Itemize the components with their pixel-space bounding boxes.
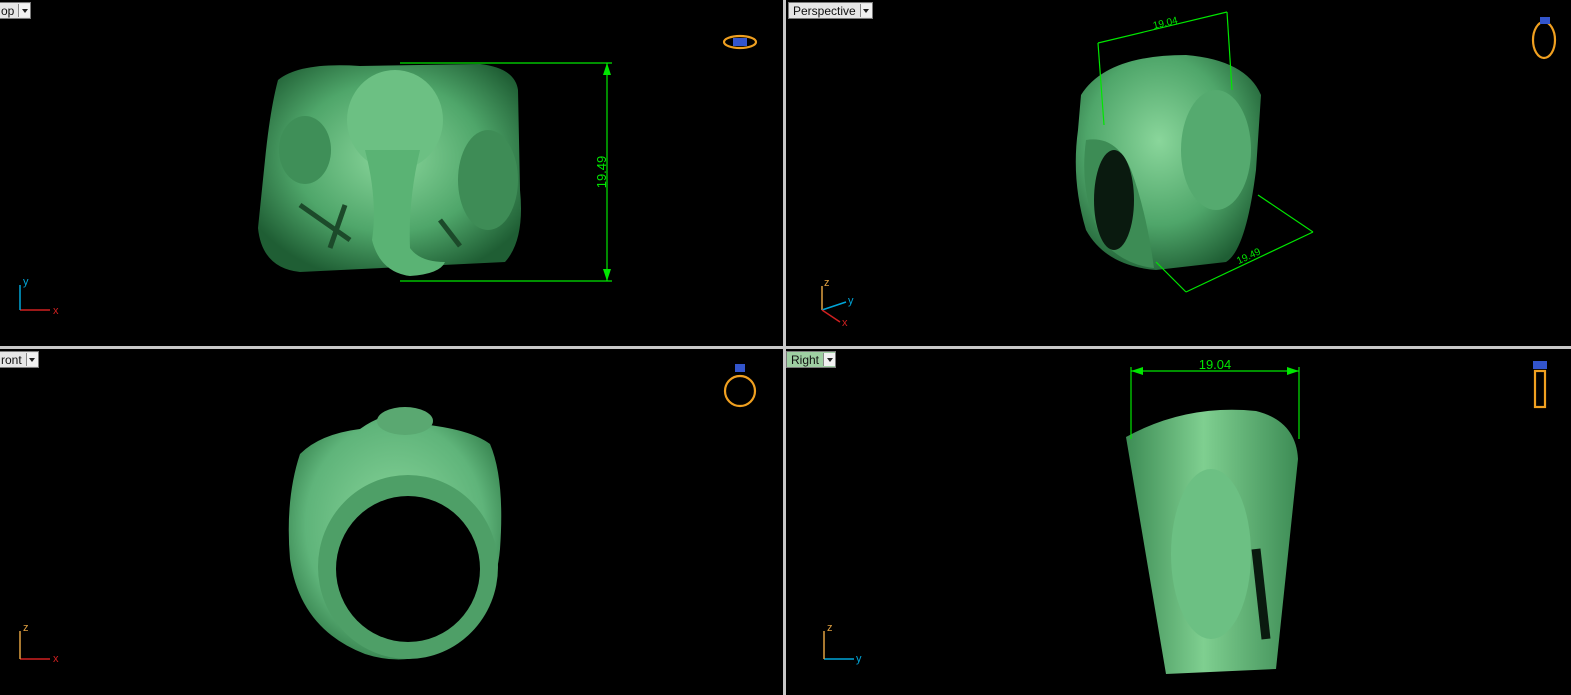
axis-label-x: x [53,653,59,665]
axis-label-y: y [23,276,29,288]
front-view-canvas: x z [19,364,757,665]
viewport-right[interactable]: Right 19.04 y z [786,349,1571,695]
dimension-text-width: 19.04 [1152,15,1179,31]
dimension-text-right: 19.04 [1199,357,1232,372]
ring-model-perspective [1075,55,1261,270]
axis-label-x: x [53,305,59,317]
ring-icon-perspective[interactable] [1531,17,1557,60]
ring-model-front [288,407,502,660]
perspective-view-canvas: 19.04 19.49 z y x [821,11,1557,329]
ring-icon-front[interactable] [723,364,757,408]
axis-widget-perspective: z y x [821,277,854,329]
top-view-canvas: 19.49 x y [19,34,758,317]
dimension-text-height: 19.49 [1235,246,1263,267]
axis-label-y: y [856,653,862,665]
axis-widget-right: y z [823,622,862,665]
viewport-perspective[interactable]: Perspective 19.04 19.49 z y x [786,0,1571,346]
axis-label-z: z [827,622,833,634]
axis-label-z: z [23,622,29,634]
ring-model-right [1126,409,1298,674]
axis-label-z: z [824,277,830,289]
right-view-canvas: 19.04 y z [823,357,1547,674]
viewport-divider-horizontal[interactable] [0,346,1571,349]
axis-widget-front: x z [19,622,59,665]
ring-icon-right[interactable] [1533,361,1547,409]
ring-model-top [258,64,521,276]
ring-icon-top[interactable] [722,34,758,50]
axis-label-x: x [842,317,848,329]
dimension-text-top: 19.49 [594,156,609,189]
axis-widget-top: x y [19,276,59,317]
axis-label-y: y [848,295,854,307]
viewport-top[interactable]: op 19.49 x y [0,0,783,346]
viewport-front[interactable]: ront x z [0,349,783,695]
